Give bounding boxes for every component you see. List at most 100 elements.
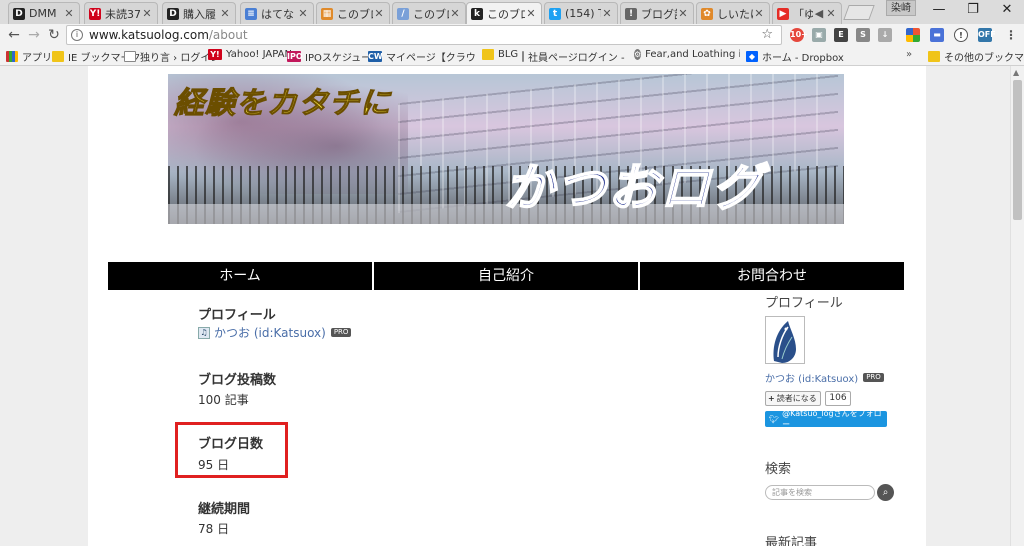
bookmark-item[interactable]: 独り言 › ログイン (124, 49, 220, 64)
bookmarks-overflow-button[interactable]: » (906, 49, 912, 60)
info-icon[interactable]: i (71, 29, 83, 41)
search-input[interactable]: 記事を検索 (765, 485, 875, 500)
highlight-box (175, 422, 288, 478)
minimize-button[interactable]: — (922, 0, 956, 22)
avatar[interactable] (765, 316, 805, 364)
window-close-button[interactable]: ✕ (990, 0, 1024, 22)
tab-favicon-icon: ▶ (777, 7, 789, 20)
bookmark-apps[interactable]: アプリ (6, 49, 52, 64)
back-button[interactable]: ← (6, 26, 22, 44)
close-icon[interactable]: ✕ (753, 7, 765, 20)
tab-favicon-icon: Y! (89, 7, 101, 20)
yahoo-icon: Y! (208, 49, 222, 60)
info-extension-icon[interactable]: ! (954, 28, 968, 42)
close-icon[interactable]: ✕ (825, 7, 837, 20)
tab-title: 「ゆず (793, 7, 813, 21)
url-host: www.katsuolog.com (89, 28, 209, 42)
posts-heading: ブログ投稿数 (198, 373, 277, 388)
tab-title: このブロ (487, 7, 525, 21)
tab-favicon-icon: ! (625, 7, 637, 20)
profile-button[interactable]: 染崎 (886, 0, 916, 16)
bookmark-item[interactable]: 社員ページログイン - KUI (522, 49, 627, 64)
browser-tab[interactable]: ✿ しいたけ✕ (696, 2, 770, 24)
folder-icon (928, 51, 940, 62)
close-icon[interactable]: ✕ (373, 7, 385, 20)
close-icon[interactable]: ✕ (63, 7, 75, 20)
close-icon[interactable]: ✕ (141, 7, 153, 20)
bookmarks-bar: アプリ IE ブックマーク 独り言 › ログイン Y! Yahoo! JAPAN … (0, 46, 1024, 66)
user-icon: ♫ (198, 326, 210, 339)
twitter-follow-button[interactable]: 🐦︎ @Katsuo_logさんをフォロー (765, 409, 887, 429)
reload-button[interactable]: ↻ (46, 26, 62, 44)
browser-tab[interactable]: / このブロ✕ (392, 2, 466, 24)
browser-toolbar: ← → ↻ i www.katsuolog.com/about ☆ 10+ ▣ … (0, 24, 1024, 46)
nav-about[interactable]: 自己紹介 (374, 262, 640, 290)
forward-button[interactable]: → (26, 26, 42, 44)
nav-home[interactable]: ホーム (108, 262, 374, 290)
browser-tab[interactable]: t (154) Tw✕ (544, 2, 618, 24)
tab-favicon-icon: k (471, 7, 483, 20)
bookmark-item[interactable]: ◆ ホーム - Dropbox (746, 49, 844, 64)
tab-favicon-icon: ≡ (245, 7, 257, 20)
extension-badge-icon[interactable]: 10+ (790, 28, 808, 42)
sidebar-profile-link[interactable]: かつお (id:Katsuox) PRO (765, 370, 884, 385)
evernote-icon[interactable]: E (834, 28, 848, 42)
tab-title: DMM (29, 7, 57, 20)
bookmark-item[interactable]: ⚙Fear,and Loathing in L (634, 49, 740, 60)
off-extension-icon[interactable]: OFF (978, 28, 996, 42)
bookmark-folder[interactable]: BLG (482, 49, 518, 60)
menu-icon[interactable]: ⋮ (1004, 28, 1018, 42)
bookmark-item[interactable]: CWマイページ【クラウドワークス】 (368, 49, 478, 64)
browser-tab[interactable]: ▶ 「ゆず◀✕ (772, 2, 842, 24)
address-bar[interactable]: i www.katsuolog.com/about ☆ (66, 25, 782, 45)
tab-title: 未読37 (105, 7, 141, 21)
posts-value: 100 記事 (198, 393, 249, 407)
browser-tab[interactable]: Y! 未読37 ✕ (84, 2, 158, 24)
extension-icon[interactable]: S (856, 28, 870, 42)
profile-link[interactable]: ♫ かつお (id:Katsuox) PRO (198, 324, 352, 341)
header-banner[interactable]: 経験をカタチに かつおログ (168, 74, 844, 224)
cw-icon: CW (368, 51, 383, 62)
close-icon[interactable]: ✕ (677, 7, 689, 20)
tab-strip: DDMM✕ Y!未読37✕ D購入履✕ ≡はてな✕ ▦このブロ✕ /このブロ✕ … (0, 0, 1024, 24)
color-extension-icon[interactable] (906, 28, 920, 42)
scroll-up-icon[interactable]: ▲ (1013, 68, 1019, 77)
browser-tab[interactable]: ≡ はてな ✕ (240, 2, 314, 24)
chat-icon[interactable]: ▬ (930, 28, 944, 42)
browser-tab-active[interactable]: k このブロ✕ (466, 2, 542, 24)
scrollbar[interactable]: ▲ (1010, 66, 1024, 546)
fish-icon (773, 321, 796, 363)
bookmark-item[interactable]: Y! Yahoo! JAPAN (208, 49, 292, 60)
sidebar-profile-heading: プロフィール (765, 296, 843, 311)
browser-tab[interactable]: ! ブログ記✕ (620, 2, 694, 24)
mute-icon[interactable]: ◀ (813, 7, 825, 20)
streak-value: 78 日 (198, 522, 230, 536)
page-icon (124, 51, 136, 62)
new-tab-button[interactable] (843, 5, 875, 20)
browser-tab[interactable]: D 購入履 ✕ (162, 2, 236, 24)
search-icon[interactable]: ⌕ (877, 484, 894, 501)
tab-title: しいたけ (717, 7, 753, 21)
browser-tab[interactable]: ▦ このブロ✕ (316, 2, 390, 24)
browser-tab[interactable]: D DMM ✕ (8, 2, 80, 24)
profile-heading: プロフィール (198, 308, 276, 323)
close-icon[interactable]: ✕ (525, 7, 537, 20)
close-icon[interactable]: ✕ (449, 7, 461, 20)
download-icon[interactable]: ↓ (878, 28, 892, 42)
other-bookmarks[interactable]: その他のブックマーク (928, 49, 1024, 64)
bookmark-star-icon[interactable]: ☆ (761, 27, 773, 42)
close-icon[interactable]: ✕ (219, 7, 231, 20)
blog-title[interactable]: かつおログ (503, 148, 764, 220)
maximize-button[interactable]: ❐ (956, 0, 990, 22)
apps-grid-icon (6, 51, 18, 62)
close-icon[interactable]: ✕ (601, 7, 613, 20)
tab-favicon-icon: / (397, 7, 409, 20)
close-icon[interactable]: ✕ (297, 7, 309, 20)
dropbox-icon: ◆ (746, 51, 758, 62)
tab-title: このブロ (413, 7, 449, 21)
subscribe-button[interactable]: + 読者になる (765, 391, 821, 406)
scrollbar-thumb[interactable] (1013, 80, 1022, 220)
url-path: /about (208, 28, 248, 42)
extension-icon[interactable]: ▣ (812, 28, 826, 42)
nav-contact[interactable]: お問合わせ (640, 262, 904, 290)
